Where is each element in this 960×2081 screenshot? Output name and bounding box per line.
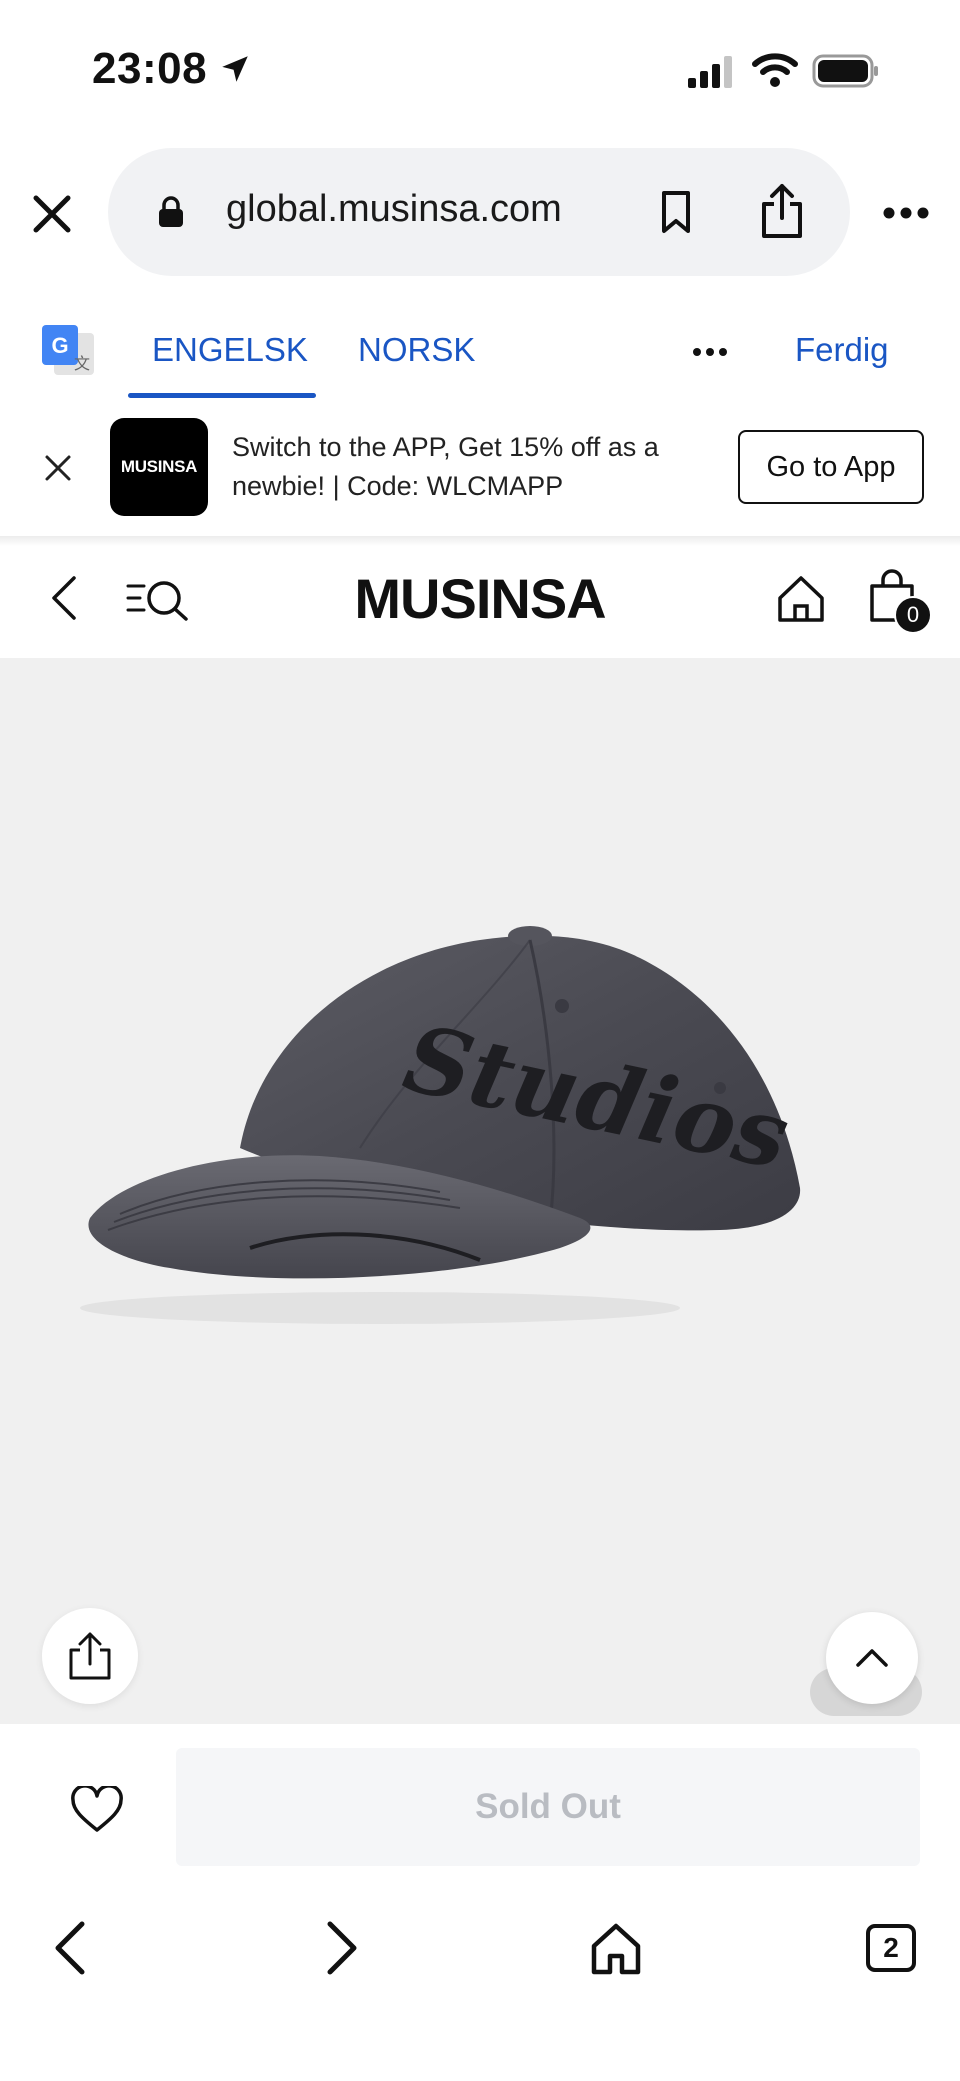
promo-message: Switch to the APP, Get 15% off as a newb…: [232, 432, 659, 501]
close-banner-icon[interactable]: [44, 454, 72, 482]
browser-back-icon[interactable]: [52, 1920, 86, 1976]
cart-count-badge: 0: [894, 596, 932, 634]
svg-text:文: 文: [74, 354, 90, 373]
tab-source-language[interactable]: ENGELSK: [152, 331, 308, 369]
product-image-gallery[interactable]: Studios 2: [0, 658, 960, 1724]
status-bar: 23:08: [0, 0, 960, 140]
heart-icon[interactable]: [70, 1786, 124, 1834]
translate-more-icon[interactable]: [692, 347, 728, 357]
lock-icon: [159, 196, 183, 227]
battery-icon: [812, 54, 878, 88]
browser-tabs-button[interactable]: 2: [866, 1924, 916, 1972]
share-icon: [69, 1632, 111, 1680]
url-text: global.musinsa.com: [226, 188, 562, 230]
translate-bar: G 文 ENGELSK NORSK Ferdig: [0, 285, 960, 400]
svg-text:G: G: [51, 333, 68, 358]
share-product-button[interactable]: [42, 1608, 138, 1704]
purchase-bar: Sold Out: [0, 1724, 960, 1884]
browser-forward-icon[interactable]: [326, 1920, 360, 1976]
chevron-up-icon: [856, 1649, 888, 1667]
google-translate-icon[interactable]: G 文: [40, 323, 96, 379]
go-to-app-button[interactable]: Go to App: [738, 430, 924, 504]
close-icon[interactable]: [30, 192, 74, 236]
translate-done-button[interactable]: Ferdig: [795, 331, 889, 369]
cellular-signal-icon: [688, 56, 732, 88]
app-logo: MUSINSA: [110, 418, 208, 516]
address-bar[interactable]: global.musinsa.com: [108, 148, 850, 276]
share-icon[interactable]: [758, 182, 806, 240]
active-tab-indicator: [128, 393, 316, 398]
home-icon[interactable]: [776, 574, 826, 624]
product-image-cap: Studios: [80, 926, 801, 1324]
browser-home-icon[interactable]: [590, 1922, 642, 1976]
divider: [0, 536, 960, 546]
app-promo-banner: MUSINSA Switch to the APP, Get 15% off a…: [0, 400, 960, 536]
sold-out-button[interactable]: Sold Out: [176, 1748, 920, 1866]
scroll-to-top-button[interactable]: [826, 1612, 918, 1704]
status-time: 23:08: [92, 44, 208, 93]
location-arrow-icon: [222, 56, 248, 82]
tab-target-language[interactable]: NORSK: [358, 331, 475, 369]
browser-url-row: global.musinsa.com: [0, 140, 960, 285]
bookmark-icon[interactable]: [656, 190, 696, 234]
site-header: MUSINSA 0: [0, 546, 960, 658]
wifi-icon: [752, 53, 798, 87]
browser-toolbar: 2: [0, 1884, 960, 2081]
more-options-icon[interactable]: [882, 206, 930, 220]
